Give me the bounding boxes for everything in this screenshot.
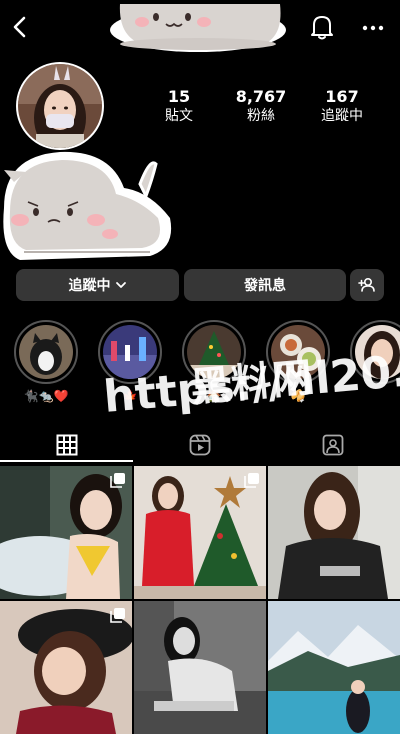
grid-post-2[interactable] [134,466,266,599]
reels-icon [189,434,210,456]
posts-label: 貼文 [165,108,193,124]
tab-tagged[interactable] [266,428,399,462]
following-button-label: 追蹤中 [68,278,111,294]
profile-avatar[interactable] [16,62,104,150]
following-button[interactable]: 追蹤中 [16,269,179,301]
highlight-1[interactable] [14,320,78,384]
multi-post-icon [244,473,259,488]
multi-post-icon [110,473,125,488]
message-button[interactable]: 發訊息 [184,269,346,301]
bell-icon[interactable] [308,12,336,42]
grid-post-6[interactable] [268,601,400,734]
highlight-1-label: 🐈‍⬛🐀❤️ [23,389,69,403]
tagged-icon [322,434,343,456]
following-stat[interactable]: 167 追蹤中 [302,88,382,125]
avatar-photo [18,64,102,148]
chevron-down-icon [115,282,126,288]
followers-count: 8,767 [235,87,287,106]
highlight-cat-thumb [19,325,73,379]
cat-sticker-large [3,151,172,260]
following-label: 追蹤中 [321,108,363,124]
tab-reels[interactable] [133,428,266,462]
grid-post-3[interactable] [268,466,400,599]
multi-post-icon [110,608,125,623]
cat-sticker-top [110,4,286,52]
grid-post-1[interactable] [0,466,132,599]
active-tab-indicator [0,460,133,462]
add-person-icon [358,277,375,292]
message-button-label: 發訊息 [244,278,286,294]
post-3-image [268,466,400,599]
posts-stat[interactable]: 15 貼文 [139,88,219,125]
chevron-left-icon[interactable] [6,12,36,42]
post-5-image [134,601,266,734]
following-count: 167 [325,87,359,106]
followers-label: 粉絲 [247,108,275,124]
add-person-button[interactable] [350,269,384,301]
grid-post-5[interactable] [134,601,266,734]
followers-stat[interactable]: 8,767 粉絲 [221,88,301,125]
grid-post-4[interactable] [0,601,132,734]
post-6-image [268,601,400,734]
posts-count: 15 [167,87,191,106]
ellipsis-icon[interactable] [358,16,388,40]
tab-posts-grid[interactable] [0,428,133,462]
grid-icon [56,434,77,456]
